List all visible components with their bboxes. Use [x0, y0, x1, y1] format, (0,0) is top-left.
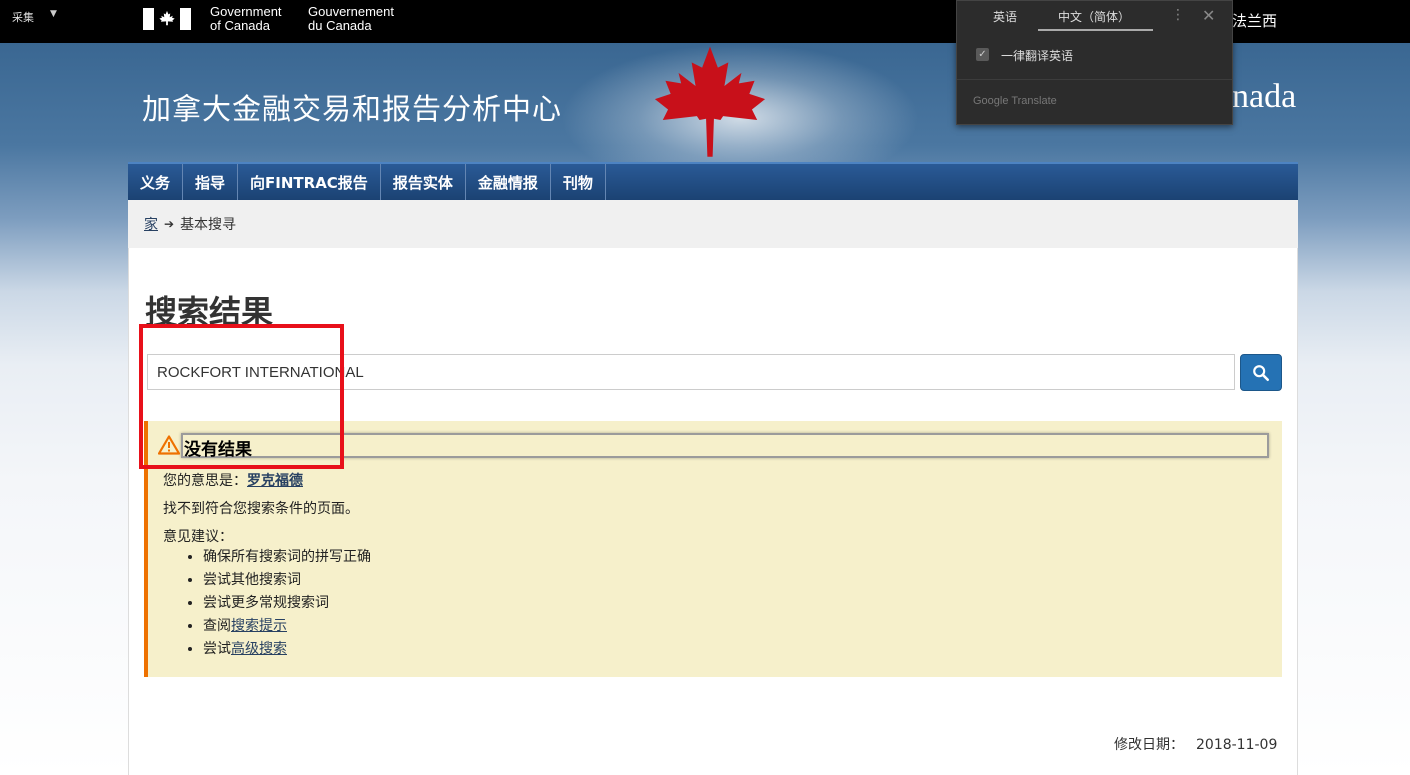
list-item: 尝试高级搜索: [203, 638, 371, 661]
always-translate-label: 一律翻译英语: [1001, 49, 1074, 63]
list-item: 查阅搜索提示: [203, 615, 371, 638]
main-nav: 义务 指导 向FINTRAC报告 报告实体 金融情报 刊物: [128, 162, 1298, 200]
more-options-icon[interactable]: ⋮: [1171, 7, 1185, 23]
always-translate-checkbox[interactable]: ✓: [976, 48, 989, 61]
translate-tab-english[interactable]: 英语: [993, 8, 1017, 25]
nav-item-obligations[interactable]: 义务: [128, 164, 184, 200]
did-you-mean-prefix: 您的意思是：: [163, 473, 247, 489]
advanced-search-link[interactable]: 高级搜索: [231, 641, 287, 657]
site-title[interactable]: 加拿大金融交易和报告分析中心: [142, 86, 562, 128]
gov-en-line2: of Canada: [210, 18, 270, 33]
breadcrumb-home-link[interactable]: 家: [144, 214, 158, 234]
collect-menu[interactable]: 采集: [12, 9, 34, 25]
date-modified-value: 2018-11-09: [1196, 737, 1278, 753]
search-icon: [1253, 364, 1270, 381]
google-translate-logo: Google Translate: [973, 95, 1057, 107]
date-modified-label: 修改日期：: [1114, 737, 1184, 753]
did-you-mean: 您的意思是：罗克福德: [163, 470, 303, 490]
nav-item-reporting-entities[interactable]: 报告实体: [381, 164, 466, 200]
canada-flag-icon: [143, 8, 191, 30]
gov-fr-line2: du Canada: [308, 18, 372, 33]
language-toggle-link[interactable]: 法兰西: [1232, 10, 1277, 31]
search-tips-link[interactable]: 搜索提示: [231, 618, 287, 634]
suggestion-text: 尝试: [203, 641, 231, 657]
suggestions-label: 意见建议：: [163, 529, 233, 545]
date-modified: 修改日期： 2018-11-09: [1114, 734, 1277, 754]
breadcrumb-current: 基本搜寻: [180, 217, 237, 233]
suggestions-list: 确保所有搜索词的拼写正确 尝试其他搜索词 尝试更多常规搜索词 查阅搜索提示 尝试…: [185, 546, 371, 661]
suggestion-text: 尝试其他搜索词: [203, 572, 301, 588]
list-item: 确保所有搜索词的拼写正确: [203, 546, 371, 569]
not-found-message: 找不到符合您搜索条件的页面。: [163, 501, 359, 517]
gov-en-line1: Government: [210, 4, 282, 19]
active-tab-indicator: [1038, 29, 1153, 31]
search-button[interactable]: [1240, 354, 1282, 391]
nav-item-publications[interactable]: 刊物: [551, 164, 606, 200]
suggestion-text: 查阅: [203, 618, 231, 634]
suggestion-text: 尝试更多常规搜索词: [203, 595, 329, 611]
divider: [957, 79, 1232, 80]
canada-wordmark: nada: [1232, 78, 1297, 115]
did-you-mean-link[interactable]: 罗克福德: [247, 473, 303, 489]
list-item: 尝试其他搜索词: [203, 569, 371, 592]
nav-item-intelligence[interactable]: 金融情报: [466, 164, 551, 200]
breadcrumb: 家 ➔ 基本搜寻: [128, 200, 1298, 248]
google-translate-popup: 英语 中文（简体） ⋮ ✕ ✓ 一律翻译英语 Google Translate: [956, 0, 1233, 125]
highlight-annotation-box: [139, 324, 344, 469]
gouvernement-du-canada-signature[interactable]: Gouvernement du Canada: [308, 5, 394, 33]
nav-item-guidance[interactable]: 指导: [183, 164, 239, 200]
list-item: 尝试更多常规搜索词: [203, 592, 371, 615]
gov-fr-line1: Gouvernement: [308, 4, 394, 19]
nav-item-reporting[interactable]: 向FINTRAC报告: [238, 164, 381, 200]
chevron-down-icon[interactable]: ▼: [50, 9, 57, 19]
suggestion-text: 确保所有搜索词的拼写正确: [203, 549, 371, 565]
translate-tab-chinese[interactable]: 中文（简体）: [1058, 8, 1130, 25]
maple-leaf-icon: [654, 46, 766, 157]
alert-heading-focus-outline: [181, 433, 1269, 458]
close-icon[interactable]: ✕: [1202, 6, 1215, 25]
government-of-canada-signature[interactable]: Government of Canada: [210, 5, 282, 33]
arrow-right-icon: ➔: [164, 217, 175, 231]
